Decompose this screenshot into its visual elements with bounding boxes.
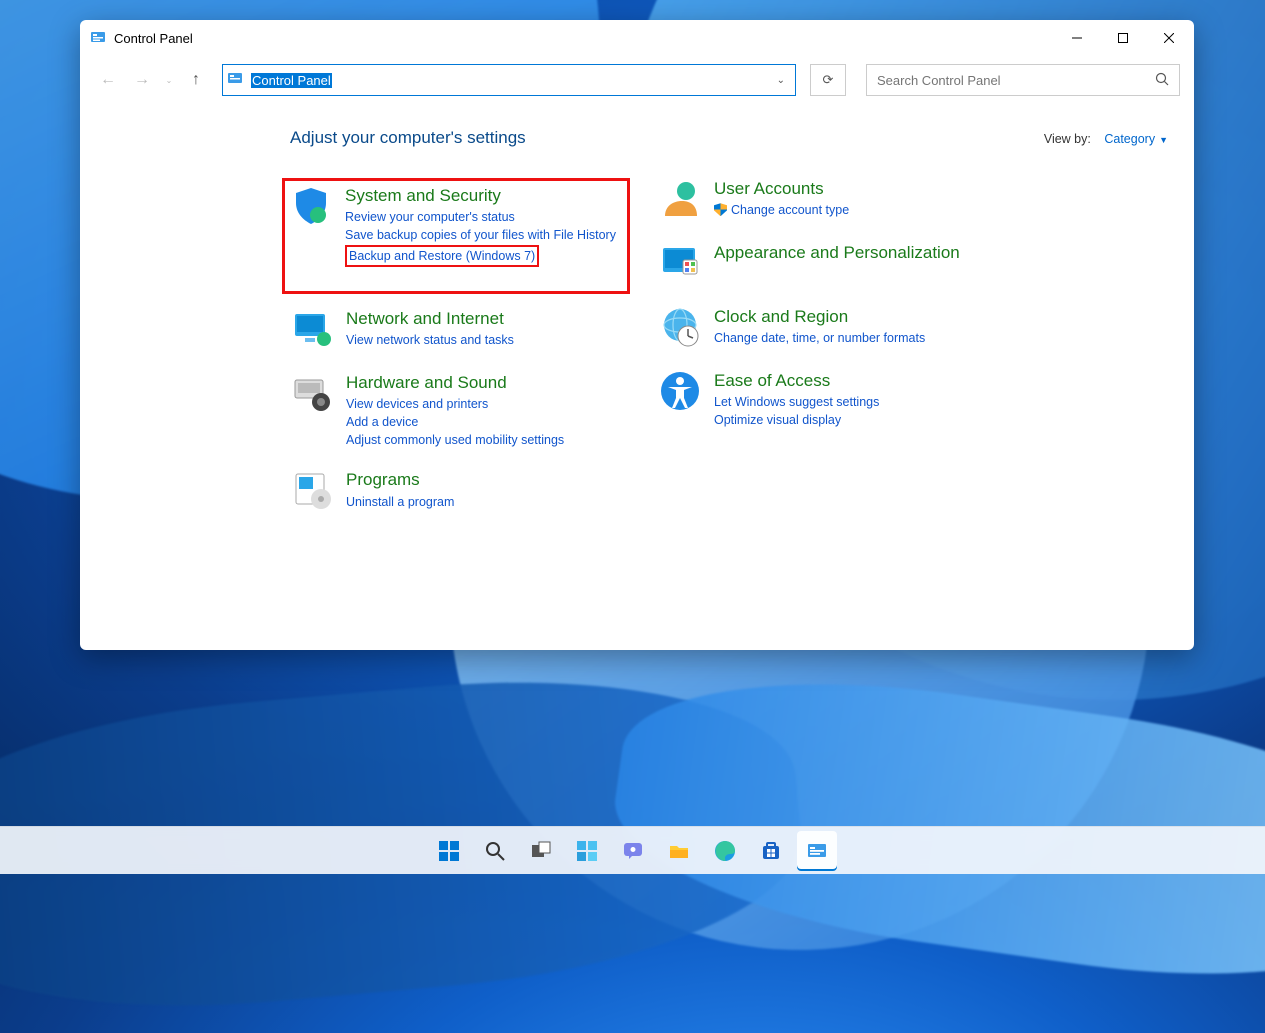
category-title-hardware-sound[interactable]: Hardware and Sound bbox=[346, 372, 630, 393]
hardware-sound-icon bbox=[290, 372, 334, 416]
category-link-system-security-0[interactable]: Review your computer's status bbox=[345, 208, 621, 226]
category-link-clock-region-0[interactable]: Change date, time, or number formats bbox=[714, 329, 1018, 347]
search-icon bbox=[1155, 72, 1169, 89]
category-title-system-security[interactable]: System and Security bbox=[345, 185, 621, 206]
view-by: View by: Category▼ bbox=[1044, 132, 1168, 146]
edge-button[interactable] bbox=[705, 831, 745, 871]
category-programs: Programs Uninstall a program bbox=[290, 469, 630, 513]
titlebar: Control Panel bbox=[80, 20, 1194, 56]
category-ease-of-access: Ease of Access Let Windows suggest setti… bbox=[658, 370, 1018, 430]
category-user-accounts: User Accounts Change account type bbox=[658, 178, 1018, 222]
network-internet-icon bbox=[290, 308, 334, 352]
ease-of-access-icon bbox=[658, 370, 702, 414]
programs-icon bbox=[290, 469, 334, 513]
start-button[interactable] bbox=[429, 831, 469, 871]
category-link-ease-of-access-0[interactable]: Let Windows suggest settings bbox=[714, 393, 1018, 411]
category-title-user-accounts[interactable]: User Accounts bbox=[714, 178, 1018, 199]
view-by-dropdown[interactable]: Category▼ bbox=[1104, 132, 1168, 146]
category-appearance: Appearance and Personalization bbox=[658, 242, 1018, 286]
address-text: Control Panel bbox=[251, 73, 332, 88]
category-link-system-security-1[interactable]: Save backup copies of your files with Fi… bbox=[345, 226, 621, 244]
search-input[interactable] bbox=[877, 73, 1155, 88]
up-button[interactable]: ↑ bbox=[182, 66, 210, 94]
file-explorer-button[interactable] bbox=[659, 831, 699, 871]
system-security-icon bbox=[289, 185, 333, 229]
search-button[interactable] bbox=[475, 831, 515, 871]
category-system-security: System and Security Review your computer… bbox=[289, 185, 621, 267]
content-area: Adjust your computer's settings View by:… bbox=[80, 104, 1194, 650]
task-view-button[interactable] bbox=[521, 831, 561, 871]
maximize-button[interactable] bbox=[1100, 20, 1146, 56]
minimize-button[interactable] bbox=[1054, 20, 1100, 56]
nav-toolbar: ← → ⌄ ↑ Control Panel ⌄ ⟳ bbox=[80, 56, 1194, 104]
category-link-system-security-2[interactable]: Backup and Restore (Windows 7) bbox=[345, 245, 621, 267]
category-title-clock-region[interactable]: Clock and Region bbox=[714, 306, 1018, 327]
appearance-icon bbox=[658, 242, 702, 286]
category-link-network-internet-0[interactable]: View network status and tasks bbox=[346, 331, 630, 349]
control-panel-icon bbox=[90, 30, 106, 46]
search-box[interactable] bbox=[866, 64, 1180, 96]
category-network-internet: Network and Internet View network status… bbox=[290, 308, 630, 352]
control-panel-icon bbox=[227, 71, 245, 89]
user-accounts-icon bbox=[658, 178, 702, 222]
category-link-programs-0[interactable]: Uninstall a program bbox=[346, 493, 630, 511]
view-by-label: View by: bbox=[1044, 132, 1091, 146]
close-button[interactable] bbox=[1146, 20, 1192, 56]
address-dropdown-icon[interactable]: ⌄ bbox=[771, 75, 791, 86]
back-button[interactable]: ← bbox=[94, 66, 122, 94]
category-title-network-internet[interactable]: Network and Internet bbox=[346, 308, 630, 329]
category-title-appearance[interactable]: Appearance and Personalization bbox=[714, 242, 1018, 263]
category-hardware-sound: Hardware and Sound View devices and prin… bbox=[290, 372, 630, 450]
page-heading: Adjust your computer's settings bbox=[290, 128, 1174, 148]
category-link-hardware-sound-2[interactable]: Adjust commonly used mobility settings bbox=[346, 431, 630, 449]
address-bar[interactable]: Control Panel ⌄ bbox=[222, 64, 796, 96]
control-panel-taskbar-button[interactable] bbox=[797, 831, 837, 871]
category-link-ease-of-access-1[interactable]: Optimize visual display bbox=[714, 411, 1018, 429]
category-title-ease-of-access[interactable]: Ease of Access bbox=[714, 370, 1018, 391]
category-link-hardware-sound-1[interactable]: Add a device bbox=[346, 413, 630, 431]
refresh-button[interactable]: ⟳ bbox=[810, 64, 846, 96]
category-link-user-accounts-0[interactable]: Change account type bbox=[714, 201, 1018, 219]
recent-dropdown[interactable]: ⌄ bbox=[162, 66, 176, 94]
category-clock-region: Clock and Region Change date, time, or n… bbox=[658, 306, 1018, 350]
category-link-hardware-sound-0[interactable]: View devices and printers bbox=[346, 395, 630, 413]
window-title: Control Panel bbox=[114, 31, 193, 46]
chat-button[interactable] bbox=[613, 831, 653, 871]
category-title-programs[interactable]: Programs bbox=[346, 469, 630, 490]
forward-button[interactable]: → bbox=[128, 66, 156, 94]
widgets-button[interactable] bbox=[567, 831, 607, 871]
taskbar bbox=[0, 826, 1265, 874]
highlight-box: System and Security Review your computer… bbox=[282, 178, 630, 294]
clock-region-icon bbox=[658, 306, 702, 350]
store-button[interactable] bbox=[751, 831, 791, 871]
control-panel-window: Control Panel ← → ⌄ ↑ Control Panel ⌄ ⟳ bbox=[80, 20, 1194, 650]
